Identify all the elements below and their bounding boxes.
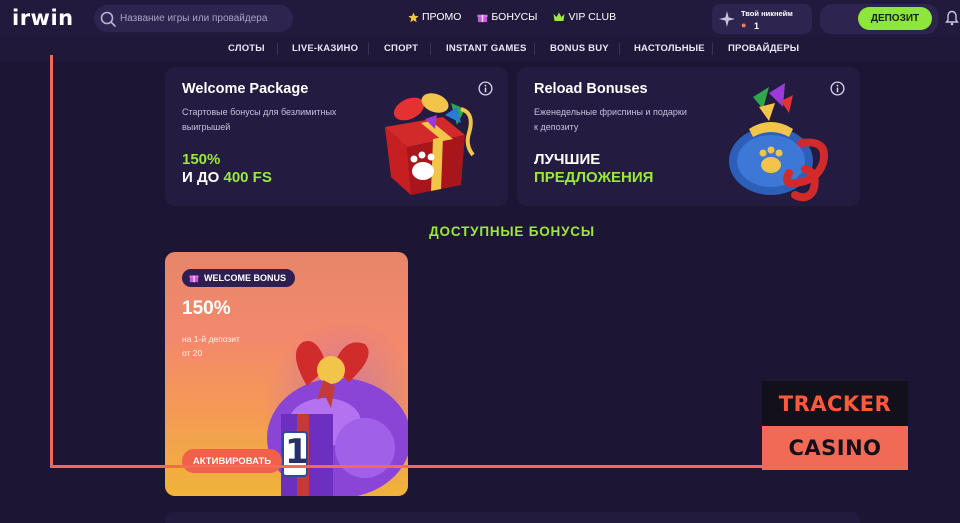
- paw-icon: ●: [741, 20, 747, 30]
- gift-icon: [477, 14, 488, 22]
- gift-icon: [189, 275, 199, 283]
- bonus-description: на 1-й депозит от 20: [182, 332, 240, 360]
- next-section-edge: [165, 512, 860, 523]
- category-divider: [712, 43, 713, 55]
- promo-title: Welcome Package: [182, 81, 309, 97]
- gift-box-illustration: [385, 93, 475, 195]
- category-live-casino[interactable]: LIVE-КАЗИНО: [292, 43, 358, 54]
- watermark-line-vertical: [50, 55, 53, 468]
- money-bag-illustration: [729, 83, 828, 202]
- category-nav: СЛОТЫ LIVE-КАЗИНО СПОРТ INSTANT GAMES BO…: [0, 37, 960, 61]
- bonus-percent: 150%: [182, 298, 231, 319]
- search-icon: [100, 11, 116, 27]
- welcome-bonus-badge: WELCOME BONUS: [182, 269, 295, 287]
- logo[interactable]: irwin: [12, 6, 74, 30]
- search-box[interactable]: [94, 5, 293, 32]
- deposit-button[interactable]: ДЕПОЗИТ: [858, 7, 932, 30]
- promo-card-reload[interactable]: Reload Bonuses Еженедельные фриспины и п…: [517, 67, 860, 206]
- star-icon: [408, 11, 419, 22]
- promo-highlight-percent: 150%: [182, 151, 221, 168]
- crown-icon: [553, 12, 565, 21]
- category-table-games[interactable]: НАСТОЛЬНЫЕ: [634, 43, 705, 54]
- watermark-line-horizontal: [50, 465, 763, 468]
- bell-icon[interactable]: [945, 10, 959, 26]
- profile-widget[interactable]: Твой никнейм ● 1: [712, 4, 812, 34]
- badge-label: WELCOME BONUS: [204, 273, 286, 283]
- activate-button[interactable]: АКТИВИРОВАТЬ: [182, 449, 282, 473]
- category-instant-games[interactable]: INSTANT GAMES: [446, 43, 527, 54]
- nav-vip-club[interactable]: VIP CLUB: [553, 11, 616, 23]
- top-bar: irwin ПРОМО БОНУСЫ VIP CLUB: [0, 0, 960, 37]
- category-divider: [277, 43, 278, 55]
- bonus-card-welcome[interactable]: WELCOME BONUS 150% на 1-й депозит от 20 …: [165, 252, 408, 496]
- promo-highlight-fs: И ДО 400 FS: [182, 169, 272, 187]
- category-divider: [534, 43, 535, 55]
- promo-description-line: выигрышей: [182, 122, 231, 132]
- promo-card-welcome[interactable]: Welcome Package Стартовые бонусы для без…: [165, 67, 508, 206]
- bonus-description-line: от 20: [182, 348, 203, 358]
- promo-highlight-offers: ПРЕДЛОЖЕНИЯ: [534, 169, 654, 186]
- profile-level: 1: [754, 21, 760, 31]
- top-nav: ПРОМО БОНУСЫ VIP CLUB: [408, 11, 616, 23]
- nav-promo[interactable]: ПРОМО: [408, 11, 461, 23]
- promo-description-line: к депозиту: [534, 122, 579, 132]
- category-sport[interactable]: СПОРТ: [384, 43, 418, 54]
- category-providers[interactable]: ПРОВАЙДЕРЫ: [728, 43, 799, 54]
- search-input[interactable]: [120, 13, 290, 24]
- category-divider: [368, 43, 369, 55]
- category-slots[interactable]: СЛОТЫ: [228, 43, 265, 54]
- profile-nickname: Твой никнейм: [741, 9, 793, 18]
- promo-description-line: Еженедельные фриспины и подарки: [534, 107, 687, 117]
- promo-highlight-prefix: И ДО: [182, 169, 220, 186]
- watermark-casino: CASINO: [762, 426, 908, 470]
- sparkle-icon: [719, 11, 735, 27]
- available-bonuses-title: ДОСТУПНЫЕ БОНУСЫ: [429, 224, 595, 239]
- promo-description: Стартовые бонусы для безлимитных выигрыш…: [182, 105, 336, 135]
- nav-vip-club-label: VIP CLUB: [568, 11, 617, 23]
- nav-bonuses[interactable]: БОНУСЫ: [477, 11, 537, 23]
- promo-description: Еженедельные фриспины и подарки к депози…: [534, 105, 687, 135]
- promo-description-line: Стартовые бонусы для безлимитных: [182, 107, 337, 117]
- category-divider: [619, 43, 620, 55]
- promo-highlight-value: 400 FS: [223, 169, 272, 186]
- bonus-description-line: на 1-й депозит: [182, 334, 240, 344]
- watermark-tracker: TRACKER: [762, 381, 908, 426]
- nav-bonuses-label: БОНУСЫ: [491, 11, 538, 23]
- promo-title: Reload Bonuses: [534, 81, 648, 97]
- category-divider: [430, 43, 431, 55]
- category-bonus-buy[interactable]: BONUS BUY: [550, 43, 609, 54]
- nav-promo-label: ПРОМО: [422, 11, 462, 23]
- promo-highlight-best: ЛУЧШИЕ: [534, 151, 601, 168]
